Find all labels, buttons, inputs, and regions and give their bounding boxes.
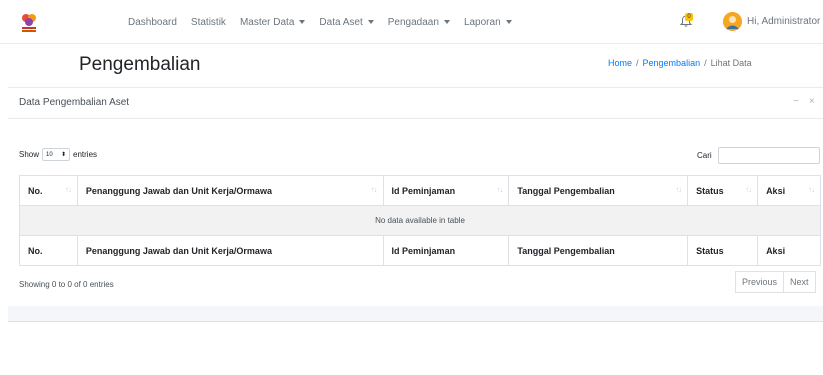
select-arrows-icon: ⬍ xyxy=(60,152,67,158)
nav-dashboard[interactable]: Dashboard xyxy=(128,17,177,28)
card-tools: − × xyxy=(793,96,815,107)
close-icon[interactable]: × xyxy=(809,96,815,107)
table-header-row: No. ↑↓ Penanggung Jawab dan Unit Kerja/Or… xyxy=(19,175,821,206)
sort-icon: ↑↓ xyxy=(745,185,752,194)
notification-badge: 0 xyxy=(685,13,693,21)
table-info: Showing 0 to 0 of 0 entries xyxy=(19,280,114,289)
nav-data-aset[interactable]: Data Aset xyxy=(319,16,374,28)
avatar[interactable] xyxy=(723,12,742,31)
user-greeting[interactable]: Hi, Administrator xyxy=(747,16,820,27)
caret-down-icon xyxy=(367,20,374,24)
column-header-tanggal-pengembalian-label: Tanggal Pengembalian xyxy=(517,185,615,196)
nav-dashboard-label: Dashboard xyxy=(128,16,177,28)
column-header-aksi-label: Aksi xyxy=(766,185,786,196)
nav-statistik-label: Statistik xyxy=(190,16,226,28)
entries-length-value: 10 xyxy=(46,151,53,158)
empty-table-message: No data available in table xyxy=(19,205,821,236)
table-footer-row: No. Penanggung Jawab dan Unit Kerja/Orma… xyxy=(19,235,821,266)
column-header-no[interactable]: No. ↑↓ xyxy=(19,175,78,206)
card-title: Data Pengembalian Aset xyxy=(19,97,130,108)
page-title: Pengembalian xyxy=(79,54,201,75)
footer-header-no: No. xyxy=(19,235,78,266)
top-navbar: Dashboard Statistik Master Data Data Ase… xyxy=(0,0,823,44)
user-avatar-icon xyxy=(723,12,742,31)
column-header-penanggung-jawab-label: Penanggung Jawab dan Unit Kerja/Ormawa xyxy=(85,185,272,196)
caret-down-icon xyxy=(299,20,306,24)
nav-statistik[interactable]: Statistik xyxy=(191,17,226,28)
column-header-tanggal-pengembalian[interactable]: Tanggal Pengembalian ↑↓ xyxy=(508,175,689,206)
breadcrumb-separator: / xyxy=(636,58,639,68)
sort-icon: ↑↓ xyxy=(675,185,682,194)
sort-icon: ↑↓ xyxy=(808,185,815,194)
main-menu: Dashboard Statistik Master Data Data Ase… xyxy=(128,0,526,44)
sort-icon: ↑↓ xyxy=(370,185,378,194)
previous-button[interactable]: Previous xyxy=(735,271,785,293)
footer-header-aksi: Aksi xyxy=(757,235,821,266)
institution-logo-icon[interactable] xyxy=(19,12,39,34)
breadcrumb-current: Lihat Data xyxy=(710,58,752,68)
card-top-border xyxy=(8,87,823,88)
entries-length-control: Show 10 ⬍ entries xyxy=(19,148,97,161)
table-row: No data available in table xyxy=(19,205,821,236)
pagination: Previous Next xyxy=(735,271,816,293)
search-input[interactable] xyxy=(717,147,820,164)
breadcrumb: Home / Pengembalian / Lihat Data xyxy=(608,58,752,68)
breadcrumb-pengembalian[interactable]: Pengembalian xyxy=(643,58,701,68)
nav-data-aset-label: Data Aset xyxy=(319,16,363,28)
nav-laporan[interactable]: Laporan xyxy=(464,17,512,28)
entries-length-select[interactable]: 10 ⬍ xyxy=(42,148,71,161)
column-header-id-peminjaman[interactable]: Id Peminjaman ↑↓ xyxy=(382,175,510,206)
column-header-id-peminjaman-label: Id Peminjaman xyxy=(391,185,456,196)
table-search-control: Cari xyxy=(697,147,820,164)
page-footer xyxy=(8,306,823,322)
caret-down-icon xyxy=(505,20,512,24)
nav-master-data-label: Master Data xyxy=(239,16,295,28)
column-header-no-label: No. xyxy=(28,185,43,196)
entries-label: entries xyxy=(73,150,98,159)
collapse-icon[interactable]: − xyxy=(793,96,799,107)
column-header-penanggung-jawab[interactable]: Penanggung Jawab dan Unit Kerja/Ormawa ↑↓ xyxy=(76,175,384,206)
next-button[interactable]: Next xyxy=(784,271,816,293)
breadcrumb-home[interactable]: Home xyxy=(608,58,632,68)
data-table: No. ↑↓ Penanggung Jawab dan Unit Kerja/Or… xyxy=(19,175,821,266)
column-header-status[interactable]: Status ↑↓ xyxy=(687,175,759,206)
card-header-divider xyxy=(8,118,823,119)
show-label: Show xyxy=(19,150,40,159)
nav-pengadaan-label: Pengadaan xyxy=(387,16,439,28)
nav-master-data[interactable]: Master Data xyxy=(239,16,306,28)
footer-header-penanggung-jawab: Penanggung Jawab dan Unit Kerja/Ormawa xyxy=(76,235,384,266)
sort-icon: ↑↓ xyxy=(64,185,72,194)
column-header-aksi[interactable]: Aksi ↑↓ xyxy=(757,175,821,206)
sort-icon: ↑↓ xyxy=(496,185,503,194)
nav-pengadaan[interactable]: Pengadaan xyxy=(388,17,450,28)
column-header-status-label: Status xyxy=(696,185,724,196)
breadcrumb-separator: / xyxy=(704,58,707,68)
nav-laporan-label: Laporan xyxy=(463,16,501,28)
search-label: Cari xyxy=(697,151,712,160)
footer-header-id-peminjaman: Id Peminjaman xyxy=(382,235,510,266)
footer-header-status: Status xyxy=(687,235,759,266)
footer-header-tanggal-pengembalian: Tanggal Pengembalian xyxy=(508,235,689,266)
caret-down-icon xyxy=(443,20,450,24)
